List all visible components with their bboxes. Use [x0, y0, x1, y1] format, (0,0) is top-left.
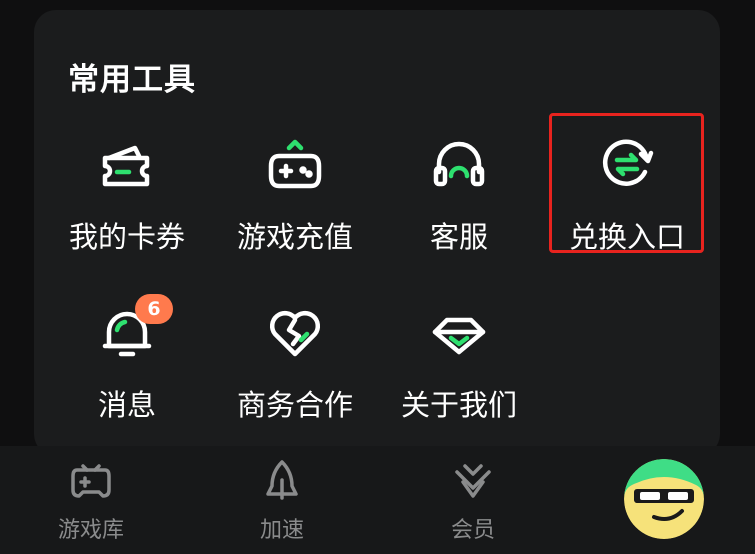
tab-game-library[interactable]: 游戏库 [21, 458, 161, 548]
rocket-icon [266, 460, 298, 500]
tool-my-coupons[interactable]: 我的卡券 [42, 118, 212, 258]
headset-icon [427, 132, 491, 196]
tool-game-recharge[interactable]: 游戏充值 [210, 118, 380, 258]
tool-label: 商务合作 [236, 388, 353, 422]
tab-membership[interactable]: 会员 [403, 458, 543, 548]
gamepad-recharge-icon [263, 132, 327, 196]
tool-label: 我的卡券 [68, 220, 185, 254]
chevron-diamond-icon [427, 300, 491, 364]
bell-icon: 6 [95, 294, 173, 364]
tool-label: 消息 [97, 388, 156, 422]
tool-messages[interactable]: 6 消息 [42, 286, 212, 426]
heart-handshake-icon [263, 300, 327, 364]
coupon-ticket-icon [95, 132, 159, 196]
tool-label: 客服 [429, 220, 488, 254]
vip-diamond-icon [455, 464, 491, 498]
tab-accelerate[interactable]: 加速 [212, 458, 352, 548]
tool-customer-service[interactable]: 客服 [374, 118, 544, 258]
tool-label: 游戏充值 [236, 220, 353, 254]
profile-avatar[interactable] [624, 459, 704, 539]
tab-label: 加速 [259, 518, 304, 543]
avatar-sunglasses-icon [624, 459, 704, 539]
highlight-box [549, 113, 704, 253]
tab-label: 会员 [450, 518, 495, 543]
unread-count-badge: 6 [135, 294, 173, 324]
tab-label: 游戏库 [57, 518, 124, 543]
tool-about-us[interactable]: 关于我们 [374, 286, 544, 426]
section-title: 常用工具 [68, 62, 196, 98]
tool-label: 关于我们 [400, 388, 517, 422]
gamepad-icon [71, 464, 111, 498]
tool-business-cooperation[interactable]: 商务合作 [210, 286, 380, 426]
